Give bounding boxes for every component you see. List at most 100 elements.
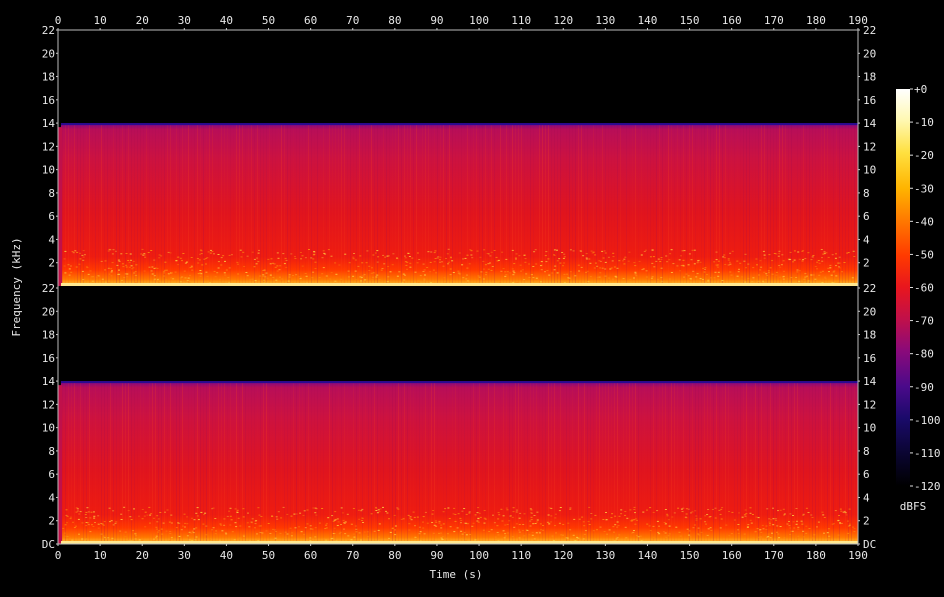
low-freq-energy xyxy=(205,525,208,527)
y-tick-label-right: 2 xyxy=(863,257,870,270)
low-freq-energy xyxy=(170,522,173,524)
low-freq-energy xyxy=(306,509,309,511)
x-tick-label: 100 xyxy=(469,549,489,562)
streak xyxy=(356,125,357,286)
spectrogram-chart: 2220181614121086422220181614121086422220… xyxy=(10,14,941,581)
low-freq-energy xyxy=(100,533,103,535)
streak xyxy=(347,125,348,286)
streak xyxy=(320,125,321,286)
low-freq-energy xyxy=(302,514,305,516)
low-freq-energy xyxy=(279,532,282,534)
y-tick-label-right: 2 xyxy=(863,515,870,528)
low-freq-energy xyxy=(810,514,813,516)
low-freq-energy xyxy=(526,530,529,531)
low-freq-energy xyxy=(257,252,260,254)
streak xyxy=(137,125,138,286)
low-freq-energy xyxy=(438,532,440,534)
low-freq-energy xyxy=(79,252,81,254)
streak xyxy=(410,125,411,286)
low-freq-energy xyxy=(372,254,375,256)
low-freq-energy xyxy=(141,509,144,510)
low-freq-energy xyxy=(554,525,556,527)
low-freq-energy xyxy=(134,538,137,540)
low-freq-energy xyxy=(477,521,480,523)
low-freq-energy xyxy=(68,274,71,276)
low-freq-energy xyxy=(132,260,135,262)
streak xyxy=(773,383,774,544)
streak xyxy=(782,383,783,544)
low-freq-energy xyxy=(634,518,637,520)
low-freq-energy xyxy=(340,507,343,509)
low-freq-energy xyxy=(389,271,392,273)
streak xyxy=(830,383,831,544)
streak xyxy=(203,383,204,544)
low-freq-energy xyxy=(834,510,837,512)
y-tick-label: 14 xyxy=(42,375,56,388)
streak xyxy=(296,383,297,544)
streak xyxy=(848,125,849,286)
streak xyxy=(437,383,438,544)
low-freq-energy xyxy=(512,511,515,513)
y-tick-label: 6 xyxy=(48,468,55,481)
low-freq-energy xyxy=(228,254,231,256)
streak xyxy=(791,383,792,544)
streak xyxy=(311,125,312,286)
low-freq-energy xyxy=(108,507,111,509)
low-freq-energy xyxy=(821,281,824,283)
low-freq-energy xyxy=(164,261,167,263)
streak xyxy=(155,125,156,286)
low-freq-energy xyxy=(298,526,301,528)
streak xyxy=(299,125,300,286)
low-freq-energy xyxy=(404,261,407,263)
low-freq-energy xyxy=(94,522,96,523)
low-freq-energy xyxy=(645,270,648,272)
low-freq-energy xyxy=(627,260,630,262)
low-freq-energy xyxy=(800,282,803,284)
streak xyxy=(170,383,171,544)
streak xyxy=(74,125,75,286)
streak xyxy=(458,383,459,544)
low-freq-energy xyxy=(692,270,695,272)
streak xyxy=(692,125,693,286)
low-freq-energy xyxy=(590,250,593,252)
low-freq-energy xyxy=(482,260,485,262)
low-freq-energy xyxy=(690,259,693,261)
low-freq-energy xyxy=(819,271,822,273)
low-freq-energy xyxy=(664,509,667,510)
low-freq-energy xyxy=(254,527,256,529)
low-freq-energy xyxy=(64,250,67,252)
low-freq-energy xyxy=(321,273,324,275)
streak xyxy=(248,383,249,544)
streak xyxy=(803,383,804,544)
streak xyxy=(323,125,324,286)
x-tick-label-top: 140 xyxy=(638,14,658,27)
low-freq-energy xyxy=(766,536,769,538)
low-freq-energy xyxy=(272,528,274,530)
low-freq-energy xyxy=(220,524,223,526)
streak xyxy=(281,125,282,286)
streak xyxy=(125,383,126,544)
streak xyxy=(821,383,822,544)
low-freq-energy xyxy=(357,509,360,511)
low-freq-energy xyxy=(153,259,156,261)
low-freq-energy xyxy=(441,261,443,263)
low-freq-energy xyxy=(462,277,465,279)
y-tick-label: 8 xyxy=(48,187,55,200)
low-freq-energy xyxy=(440,527,443,529)
low-freq-energy xyxy=(223,524,226,526)
low-freq-energy xyxy=(743,514,746,516)
streak xyxy=(467,383,468,544)
low-freq-energy xyxy=(253,266,256,268)
streak xyxy=(761,383,762,544)
low-freq-energy xyxy=(107,267,110,269)
low-freq-energy xyxy=(631,519,634,521)
streak xyxy=(458,125,459,286)
low-freq-energy xyxy=(409,266,412,268)
streak xyxy=(590,125,591,286)
low-freq-energy xyxy=(274,537,277,539)
low-freq-energy xyxy=(262,274,265,275)
streak xyxy=(242,125,243,286)
y-tick-label: 10 xyxy=(42,164,55,177)
low-freq-energy xyxy=(127,260,130,261)
low-freq-energy xyxy=(432,539,435,541)
